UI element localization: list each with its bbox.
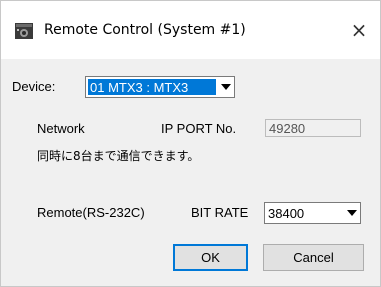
network-note: 同時に8台まで通信できます。 [37,149,200,163]
bit-rate-selected-value: 38400 [268,205,305,221]
window-title: Remote Control (System #1) [44,22,246,38]
title-bar[interactable]: Remote Control (System #1) × [1,1,380,59]
remote-control-dialog: Remote Control (System #1) × Device: 01 … [0,0,381,287]
app-icon [15,23,33,39]
bit-rate-label: BIT RATE [191,205,249,220]
chevron-down-icon[interactable] [344,203,360,223]
device-selected-value: 01 MTX3 : MTX3 [88,79,216,95]
ip-port-label: IP PORT No. [161,121,237,136]
ip-port-value: 49280 [269,120,306,136]
cancel-button[interactable]: Cancel [263,244,364,271]
remote-label: Remote(RS-232C) [37,205,145,220]
bit-rate-select[interactable]: 38400 [264,202,361,224]
network-label: Network [37,121,85,136]
chevron-down-icon[interactable] [218,77,234,97]
close-icon: × [350,18,368,42]
ip-port-field: 49280 [265,119,361,137]
device-label: Device: [12,79,56,94]
ok-button[interactable]: OK [173,244,248,271]
device-select[interactable]: 01 MTX3 : MTX3 [85,76,235,98]
close-button[interactable]: × [346,17,372,43]
